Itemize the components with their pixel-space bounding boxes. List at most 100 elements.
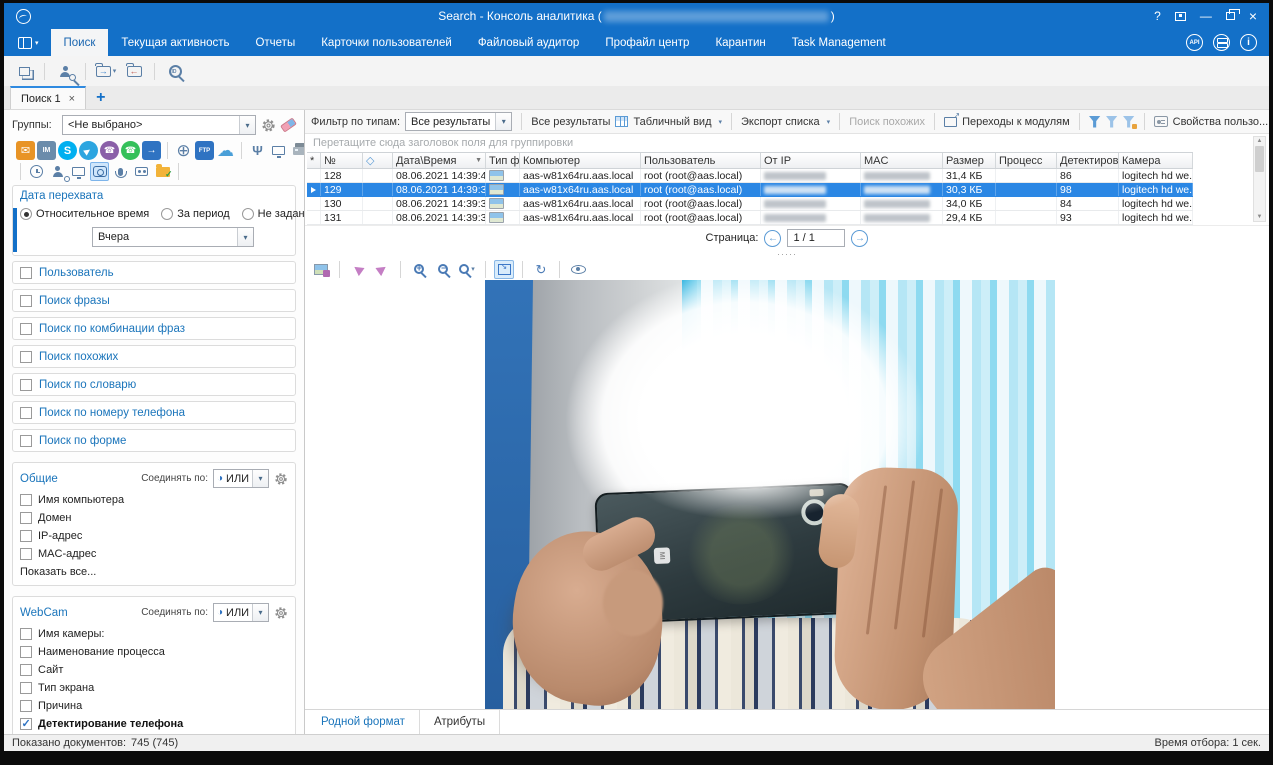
- zoom-out-button[interactable]: [433, 260, 453, 279]
- menu-tab-profile-center[interactable]: Профайл центр: [592, 29, 702, 56]
- checkbox[interactable]: [20, 530, 32, 542]
- col-star[interactable]: *: [307, 153, 321, 168]
- chevron-down-icon[interactable]: [252, 604, 268, 621]
- radio-period[interactable]: За период: [161, 208, 229, 220]
- checkbox-ip-address[interactable]: IP-адрес: [20, 530, 288, 542]
- chevron-down-icon[interactable]: [495, 113, 511, 130]
- show-all-link[interactable]: Показать все...: [20, 566, 288, 578]
- checkbox[interactable]: [20, 295, 32, 307]
- scroll-up-icon[interactable]: ▲: [1257, 138, 1263, 144]
- chevron-down-icon[interactable]: [252, 470, 268, 487]
- checkbox-computer-name[interactable]: Имя компьютера: [20, 494, 288, 506]
- filter-similar[interactable]: Поиск похожих: [12, 345, 296, 368]
- checkbox[interactable]: [20, 682, 32, 694]
- col-mac[interactable]: MAC: [861, 153, 943, 168]
- filter-form[interactable]: Поиск по форме: [12, 429, 296, 452]
- whatsapp-icon[interactable]: [121, 141, 140, 160]
- filter-phone-number[interactable]: Поиск по номеру телефона: [12, 401, 296, 424]
- col-num[interactable]: №: [321, 153, 363, 168]
- type-filter-select[interactable]: Все результаты: [405, 112, 512, 131]
- common-settings-button[interactable]: [274, 472, 288, 486]
- checkbox-domain[interactable]: Домен: [20, 512, 288, 524]
- checkbox-mac-address[interactable]: MAC-адрес: [20, 548, 288, 560]
- viber-icon[interactable]: [100, 141, 119, 160]
- checkbox[interactable]: [20, 267, 32, 279]
- tab-native-format[interactable]: Родной формат: [307, 710, 420, 734]
- col-computer[interactable]: Компьютер: [520, 153, 641, 168]
- prev-page-button[interactable]: ←: [764, 230, 781, 247]
- chevron-down-icon[interactable]: [237, 228, 253, 246]
- menu-tab-user-cards[interactable]: Карточки пользователей: [308, 29, 465, 56]
- col-ip[interactable]: От IP: [761, 153, 861, 168]
- menu-tab-file-auditor[interactable]: Файловый аудитор: [465, 29, 593, 56]
- time-tracking-icon[interactable]: [27, 162, 46, 181]
- zoom-in-button[interactable]: [409, 260, 429, 279]
- checkbox[interactable]: [20, 323, 32, 335]
- rotate-left-button[interactable]: [348, 260, 368, 279]
- table-row-selected[interactable]: 129 08.06.2021 14:39:38 aas-w81x64ru.aas…: [307, 183, 1193, 197]
- col-camera[interactable]: Камера: [1119, 153, 1193, 168]
- files-icon[interactable]: [153, 162, 172, 181]
- radio-not-set[interactable]: Не задано: [242, 208, 305, 220]
- chevron-down-icon[interactable]: [239, 116, 255, 134]
- export-list-button[interactable]: Экспорт списка: [741, 116, 820, 128]
- radio-relative-time[interactable]: Относительное время: [20, 208, 149, 220]
- new-search-window-button[interactable]: [12, 60, 36, 82]
- checkbox-camera-name[interactable]: Имя камеры:: [20, 628, 288, 640]
- checkbox-site[interactable]: Сайт: [20, 664, 288, 676]
- groups-select[interactable]: <Не выбрано>: [62, 115, 256, 135]
- menu-tab-task-management[interactable]: Task Management: [779, 29, 899, 56]
- app-menu-button[interactable]: ▾: [4, 29, 51, 56]
- filter-dictionary[interactable]: Поиск по словарю: [12, 373, 296, 396]
- zoom-level-button[interactable]: ▾: [457, 260, 477, 279]
- filter-phrase[interactable]: Поиск фразы: [12, 289, 296, 312]
- col-date[interactable]: Дата\Время▼: [393, 153, 486, 168]
- tab-attributes[interactable]: Атрибуты: [420, 710, 500, 734]
- webcam-icon-selected[interactable]: [90, 162, 109, 181]
- common-join-select[interactable]: ◑ ИЛИ: [213, 469, 269, 488]
- add-tab-button[interactable]: +: [86, 86, 115, 109]
- table-row[interactable]: 128 08.06.2021 14:39:41 aas-w81x64ru.aas…: [307, 169, 1193, 183]
- services-icon[interactable]: [1213, 34, 1230, 51]
- filter-user[interactable]: Пользователь: [12, 261, 296, 284]
- checkbox[interactable]: [20, 379, 32, 391]
- groups-settings-button[interactable]: [261, 118, 276, 133]
- network-monitoring-icon[interactable]: [269, 141, 288, 160]
- checkbox[interactable]: [20, 407, 32, 419]
- splitter-handle[interactable]: ·····: [305, 250, 1269, 258]
- export-folder-button[interactable]: ▾: [94, 60, 118, 82]
- checkbox-screen-type[interactable]: Тип экрана: [20, 682, 288, 694]
- checkbox[interactable]: [20, 351, 32, 363]
- user-search-button[interactable]: [53, 60, 77, 82]
- filter-phrase-combination[interactable]: Поиск по комбинации фраз: [12, 317, 296, 340]
- checkbox[interactable]: [20, 494, 32, 506]
- next-page-button[interactable]: →: [851, 230, 868, 247]
- chevron-down-icon[interactable]: ▾: [718, 118, 722, 126]
- close-tab-icon[interactable]: ×: [69, 93, 75, 105]
- filter-funnel-edit-button[interactable]: [1123, 116, 1135, 128]
- webcam-join-select[interactable]: ◑ ИЛИ: [213, 603, 269, 622]
- monitor-capture-icon[interactable]: [69, 162, 88, 181]
- auto-refresh-button[interactable]: ↻: [531, 260, 551, 279]
- search-by-id-button[interactable]: [163, 60, 187, 82]
- menu-tab-quarantine[interactable]: Карантин: [702, 29, 778, 56]
- help-button[interactable]: ?: [1154, 9, 1161, 23]
- fit-to-window-button[interactable]: [494, 260, 514, 279]
- checkbox[interactable]: [20, 664, 32, 676]
- menu-tab-search[interactable]: Поиск: [51, 29, 109, 56]
- checkbox[interactable]: [20, 646, 32, 658]
- mail-icon[interactable]: [16, 141, 35, 160]
- restore-button[interactable]: [1226, 12, 1235, 20]
- table-row[interactable]: 131 08.06.2021 14:39:33 aas-w81x64ru.aas…: [307, 211, 1193, 225]
- col-tag[interactable]: ◇: [363, 153, 393, 168]
- checkbox[interactable]: [20, 435, 32, 447]
- minimize-button[interactable]: —: [1200, 9, 1212, 23]
- user-activity-icon[interactable]: [48, 162, 67, 181]
- search-similar-button-disabled[interactable]: Поиск похожих: [849, 116, 925, 128]
- rotate-right-button[interactable]: [372, 260, 392, 279]
- checkbox-phone-detection[interactable]: Детектирование телефона: [20, 718, 288, 730]
- im-icon[interactable]: [37, 141, 56, 160]
- http-icon[interactable]: [174, 141, 193, 160]
- pin-window-icon[interactable]: [1175, 12, 1186, 21]
- agent-icon[interactable]: [142, 141, 161, 160]
